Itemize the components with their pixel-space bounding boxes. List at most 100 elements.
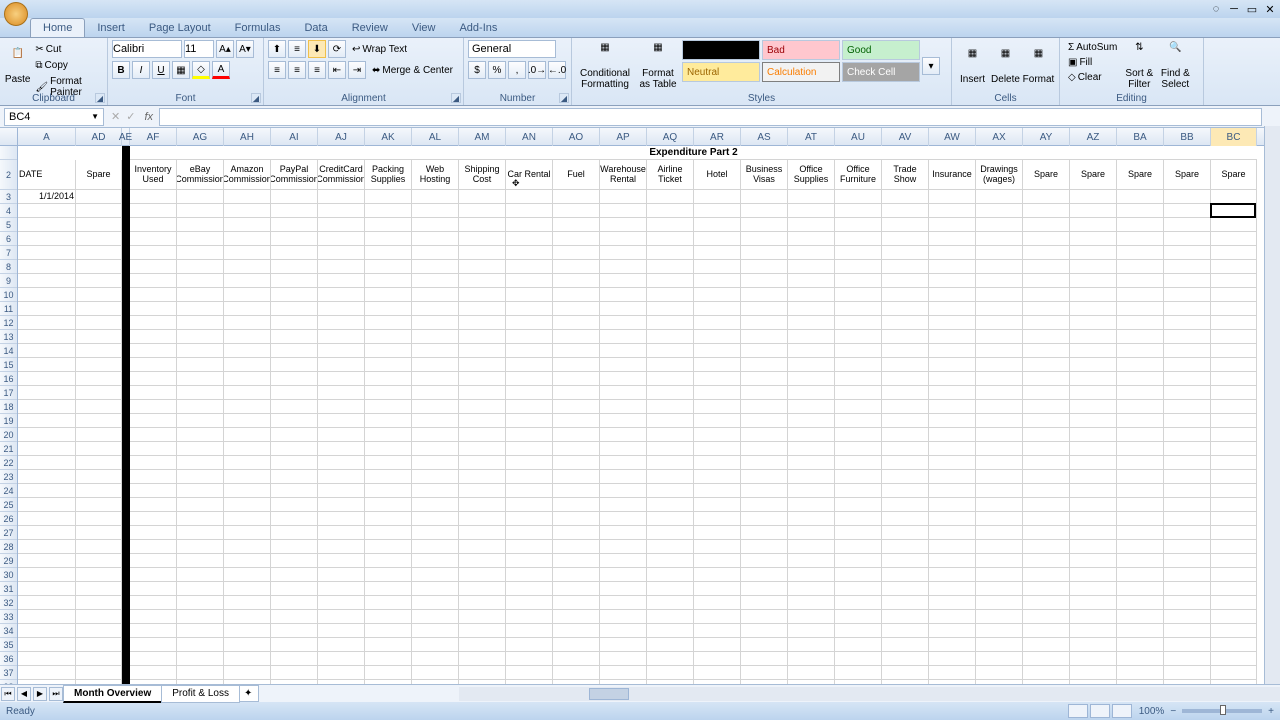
empty-cell[interactable] (365, 568, 412, 582)
empty-cell[interactable] (976, 428, 1023, 442)
empty-cell[interactable] (76, 358, 122, 372)
empty-cell[interactable] (929, 596, 976, 610)
col-header-AO[interactable]: AO (553, 128, 600, 146)
empty-cell[interactable] (929, 484, 976, 498)
empty-cell[interactable] (882, 218, 929, 232)
empty-cell[interactable] (882, 316, 929, 330)
empty-cell[interactable] (1164, 274, 1211, 288)
empty-cell[interactable] (1211, 666, 1257, 680)
font-color-button[interactable]: A (212, 61, 230, 79)
empty-cell[interactable] (318, 372, 365, 386)
empty-cell[interactable] (647, 386, 694, 400)
empty-cell[interactable] (1211, 610, 1257, 624)
empty-cell[interactable] (130, 638, 177, 652)
empty-cell[interactable] (271, 498, 318, 512)
empty-cell[interactable] (553, 624, 600, 638)
empty-cell[interactable] (976, 568, 1023, 582)
empty-cell[interactable] (788, 442, 835, 456)
empty-cell[interactable] (271, 344, 318, 358)
ribbon-tab-add-ins[interactable]: Add-Ins (447, 19, 509, 37)
style-more-button[interactable]: ▾ (922, 57, 940, 75)
empty-cell[interactable] (1023, 442, 1070, 456)
empty-cell[interactable] (1211, 260, 1257, 274)
row-header-23[interactable]: 23 (0, 470, 17, 484)
empty-cell[interactable] (1211, 344, 1257, 358)
empty-cell[interactable] (76, 638, 122, 652)
empty-cell[interactable] (741, 302, 788, 316)
data-cell[interactable] (976, 190, 1023, 204)
empty-cell[interactable] (694, 428, 741, 442)
header-cell[interactable]: Spare (1117, 160, 1164, 190)
wrap-text-button[interactable]: ↩Wrap Text (348, 42, 411, 57)
empty-cell[interactable] (130, 526, 177, 540)
row-header-19[interactable]: 19 (0, 414, 17, 428)
empty-cell[interactable] (741, 456, 788, 470)
empty-cell[interactable] (412, 288, 459, 302)
empty-cell[interactable] (271, 316, 318, 330)
empty-cell[interactable] (647, 330, 694, 344)
empty-cell[interactable] (647, 274, 694, 288)
row-header-36[interactable]: 36 (0, 652, 17, 666)
empty-cell[interactable] (835, 582, 882, 596)
col-header-AX[interactable]: AX (976, 128, 1023, 146)
empty-cell[interactable] (600, 512, 647, 526)
minimize-button[interactable]: ─ (1226, 2, 1242, 16)
row-header-1[interactable] (0, 146, 17, 160)
empty-cell[interactable] (882, 372, 929, 386)
empty-cell[interactable] (365, 344, 412, 358)
empty-cell[interactable] (1070, 568, 1117, 582)
empty-cell[interactable] (76, 596, 122, 610)
empty-cell[interactable] (741, 288, 788, 302)
empty-cell[interactable] (1070, 358, 1117, 372)
empty-cell[interactable] (459, 400, 506, 414)
empty-cell[interactable] (741, 652, 788, 666)
empty-cell[interactable] (976, 540, 1023, 554)
empty-cell[interactable] (459, 316, 506, 330)
copy-button[interactable]: ⧉Copy (31, 58, 103, 73)
empty-cell[interactable] (694, 246, 741, 260)
row-header-34[interactable]: 34 (0, 624, 17, 638)
col-header-AN[interactable]: AN (506, 128, 553, 146)
empty-cell[interactable] (224, 456, 271, 470)
empty-cell[interactable] (459, 330, 506, 344)
empty-cell[interactable] (788, 680, 835, 684)
empty-cell[interactable] (1070, 344, 1117, 358)
sheet-nav-3[interactable]: ⏭ (49, 687, 63, 701)
empty-cell[interactable] (1023, 540, 1070, 554)
empty-cell[interactable] (882, 666, 929, 680)
empty-cell[interactable] (553, 232, 600, 246)
empty-cell[interactable] (835, 344, 882, 358)
empty-cell[interactable] (1211, 232, 1257, 246)
empty-cell[interactable] (835, 540, 882, 554)
data-cell[interactable] (929, 190, 976, 204)
empty-cell[interactable] (929, 414, 976, 428)
empty-cell[interactable] (318, 232, 365, 246)
empty-cell[interactable] (1211, 596, 1257, 610)
ribbon-tab-page-layout[interactable]: Page Layout (137, 19, 223, 37)
empty-cell[interactable] (130, 456, 177, 470)
empty-cell[interactable] (506, 568, 553, 582)
empty-cell[interactable] (412, 400, 459, 414)
empty-cell[interactable] (271, 302, 318, 316)
empty-cell[interactable] (741, 358, 788, 372)
empty-cell[interactable] (412, 386, 459, 400)
empty-cell[interactable] (1070, 666, 1117, 680)
empty-cell[interactable] (76, 288, 122, 302)
empty-cell[interactable] (271, 288, 318, 302)
empty-cell[interactable] (882, 540, 929, 554)
empty-cell[interactable] (18, 666, 76, 680)
empty-cell[interactable] (788, 568, 835, 582)
empty-cell[interactable] (365, 316, 412, 330)
empty-cell[interactable] (553, 610, 600, 624)
empty-cell[interactable] (976, 652, 1023, 666)
empty-cell[interactable] (1117, 666, 1164, 680)
empty-cell[interactable] (835, 484, 882, 498)
row-header-25[interactable]: 25 (0, 498, 17, 512)
empty-cell[interactable] (412, 666, 459, 680)
empty-cell[interactable] (788, 596, 835, 610)
empty-cell[interactable] (788, 610, 835, 624)
empty-cell[interactable] (1211, 582, 1257, 596)
empty-cell[interactable] (365, 638, 412, 652)
empty-cell[interactable] (412, 638, 459, 652)
empty-cell[interactable] (506, 344, 553, 358)
